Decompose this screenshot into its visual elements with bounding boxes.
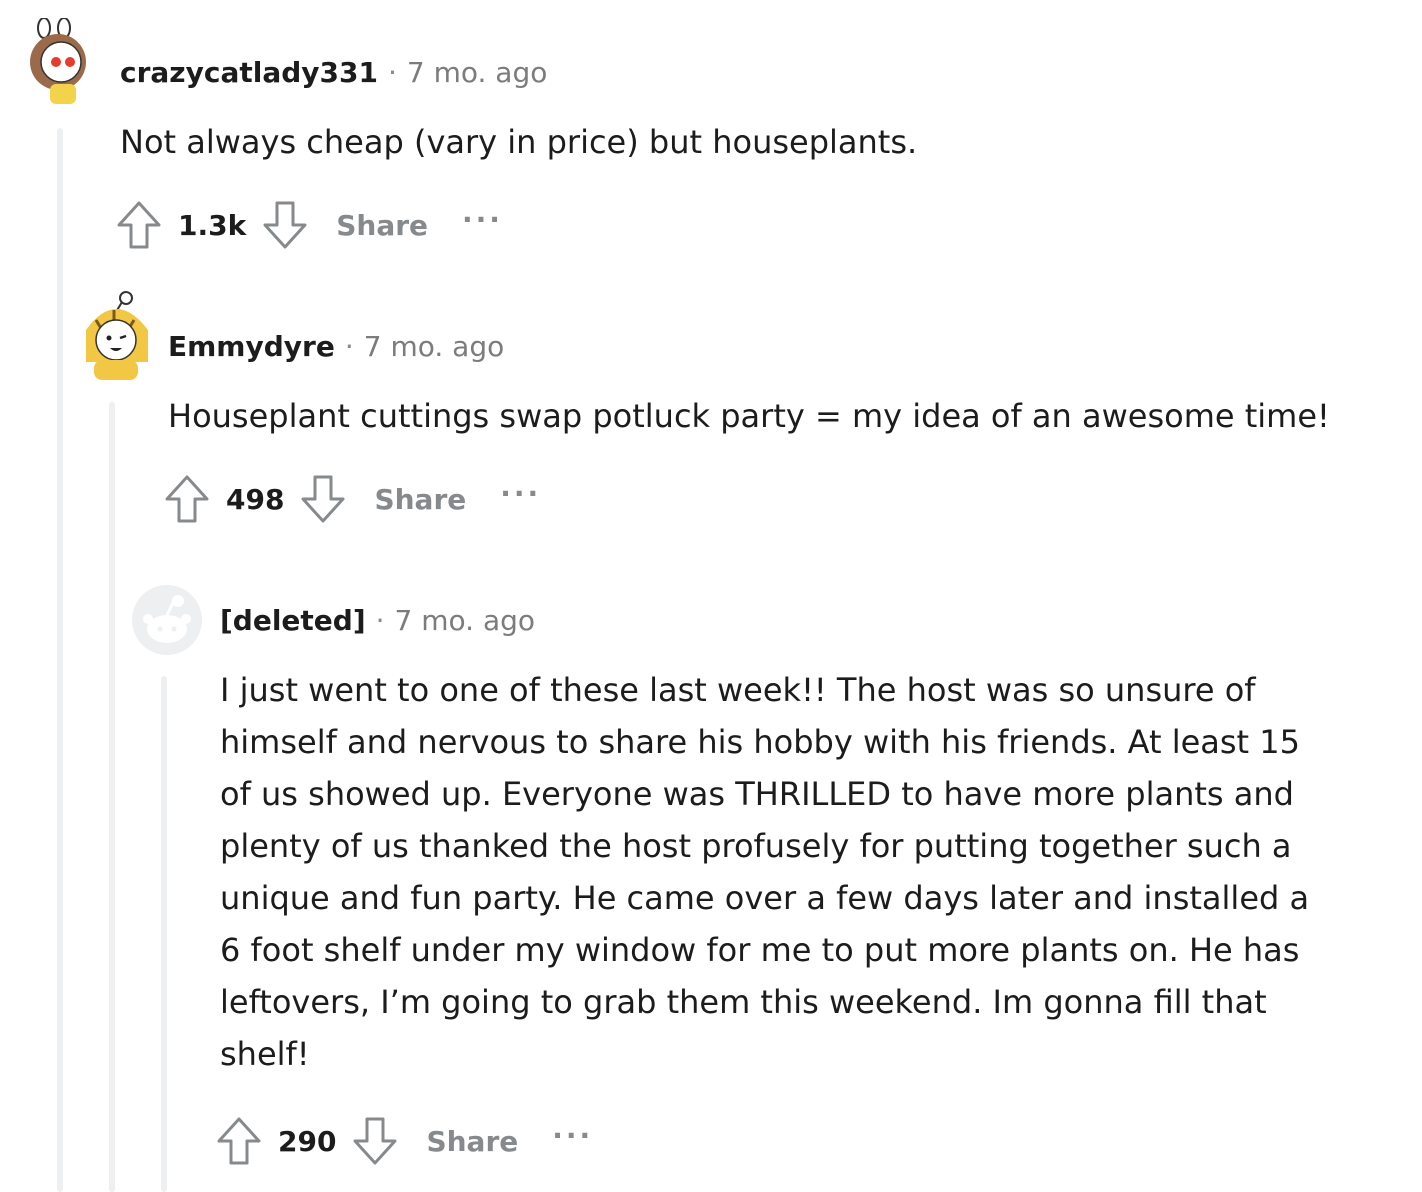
comment-meta: crazycatlady331 · 7 mo. ago — [120, 53, 547, 93]
author-name[interactable]: Emmydyre — [168, 330, 335, 363]
upvote-icon[interactable] — [216, 1116, 262, 1166]
author-name[interactable]: crazycatlady331 — [120, 56, 378, 89]
more-options-icon[interactable]: ··· — [500, 477, 541, 510]
author-name: [deleted] — [220, 604, 366, 637]
thread-line-3[interactable] — [161, 676, 167, 1192]
more-options-icon[interactable]: ··· — [462, 203, 503, 236]
vote-score: 290 — [278, 1124, 337, 1158]
thread-line-1[interactable] — [57, 128, 63, 1192]
comment-actions: 498 Share ··· — [164, 474, 541, 524]
timestamp[interactable]: 7 mo. ago — [364, 330, 505, 363]
downvote-icon[interactable] — [300, 474, 346, 524]
vote-score: 498 — [226, 482, 285, 516]
timestamp[interactable]: 7 mo. ago — [407, 56, 548, 89]
downvote-icon[interactable] — [262, 200, 308, 250]
timestamp[interactable]: 7 mo. ago — [395, 604, 536, 637]
share-button[interactable]: Share — [336, 209, 428, 242]
comment-body: I just went to one of these last week!! … — [220, 671, 1310, 1073]
meta-separator: · — [375, 604, 385, 637]
comment-body: Not always cheap (vary in price) but hou… — [120, 123, 918, 161]
avatar-emmydyre[interactable] — [76, 290, 148, 380]
meta-separator: · — [387, 56, 397, 89]
comment-meta: [deleted] · 7 mo. ago — [220, 601, 535, 641]
vote-score: 1.3k — [178, 208, 247, 242]
comment-actions: 290 Share ··· — [216, 1116, 593, 1166]
downvote-icon[interactable] — [352, 1116, 398, 1166]
avatar-crazycatlady331[interactable] — [24, 17, 94, 104]
upvote-icon[interactable] — [164, 474, 210, 524]
meta-separator: · — [344, 330, 354, 363]
share-button[interactable]: Share — [374, 483, 466, 516]
more-options-icon[interactable]: ··· — [552, 1119, 593, 1152]
share-button[interactable]: Share — [426, 1125, 518, 1158]
comment-meta: Emmydyre · 7 mo. ago — [168, 327, 504, 367]
comment-body: Houseplant cuttings swap potluck party =… — [168, 397, 1330, 435]
avatar-deleted — [132, 585, 202, 655]
comment-actions: 1.3k Share ··· — [116, 200, 503, 250]
thread-line-2[interactable] — [109, 402, 115, 1192]
upvote-icon[interactable] — [116, 200, 162, 250]
